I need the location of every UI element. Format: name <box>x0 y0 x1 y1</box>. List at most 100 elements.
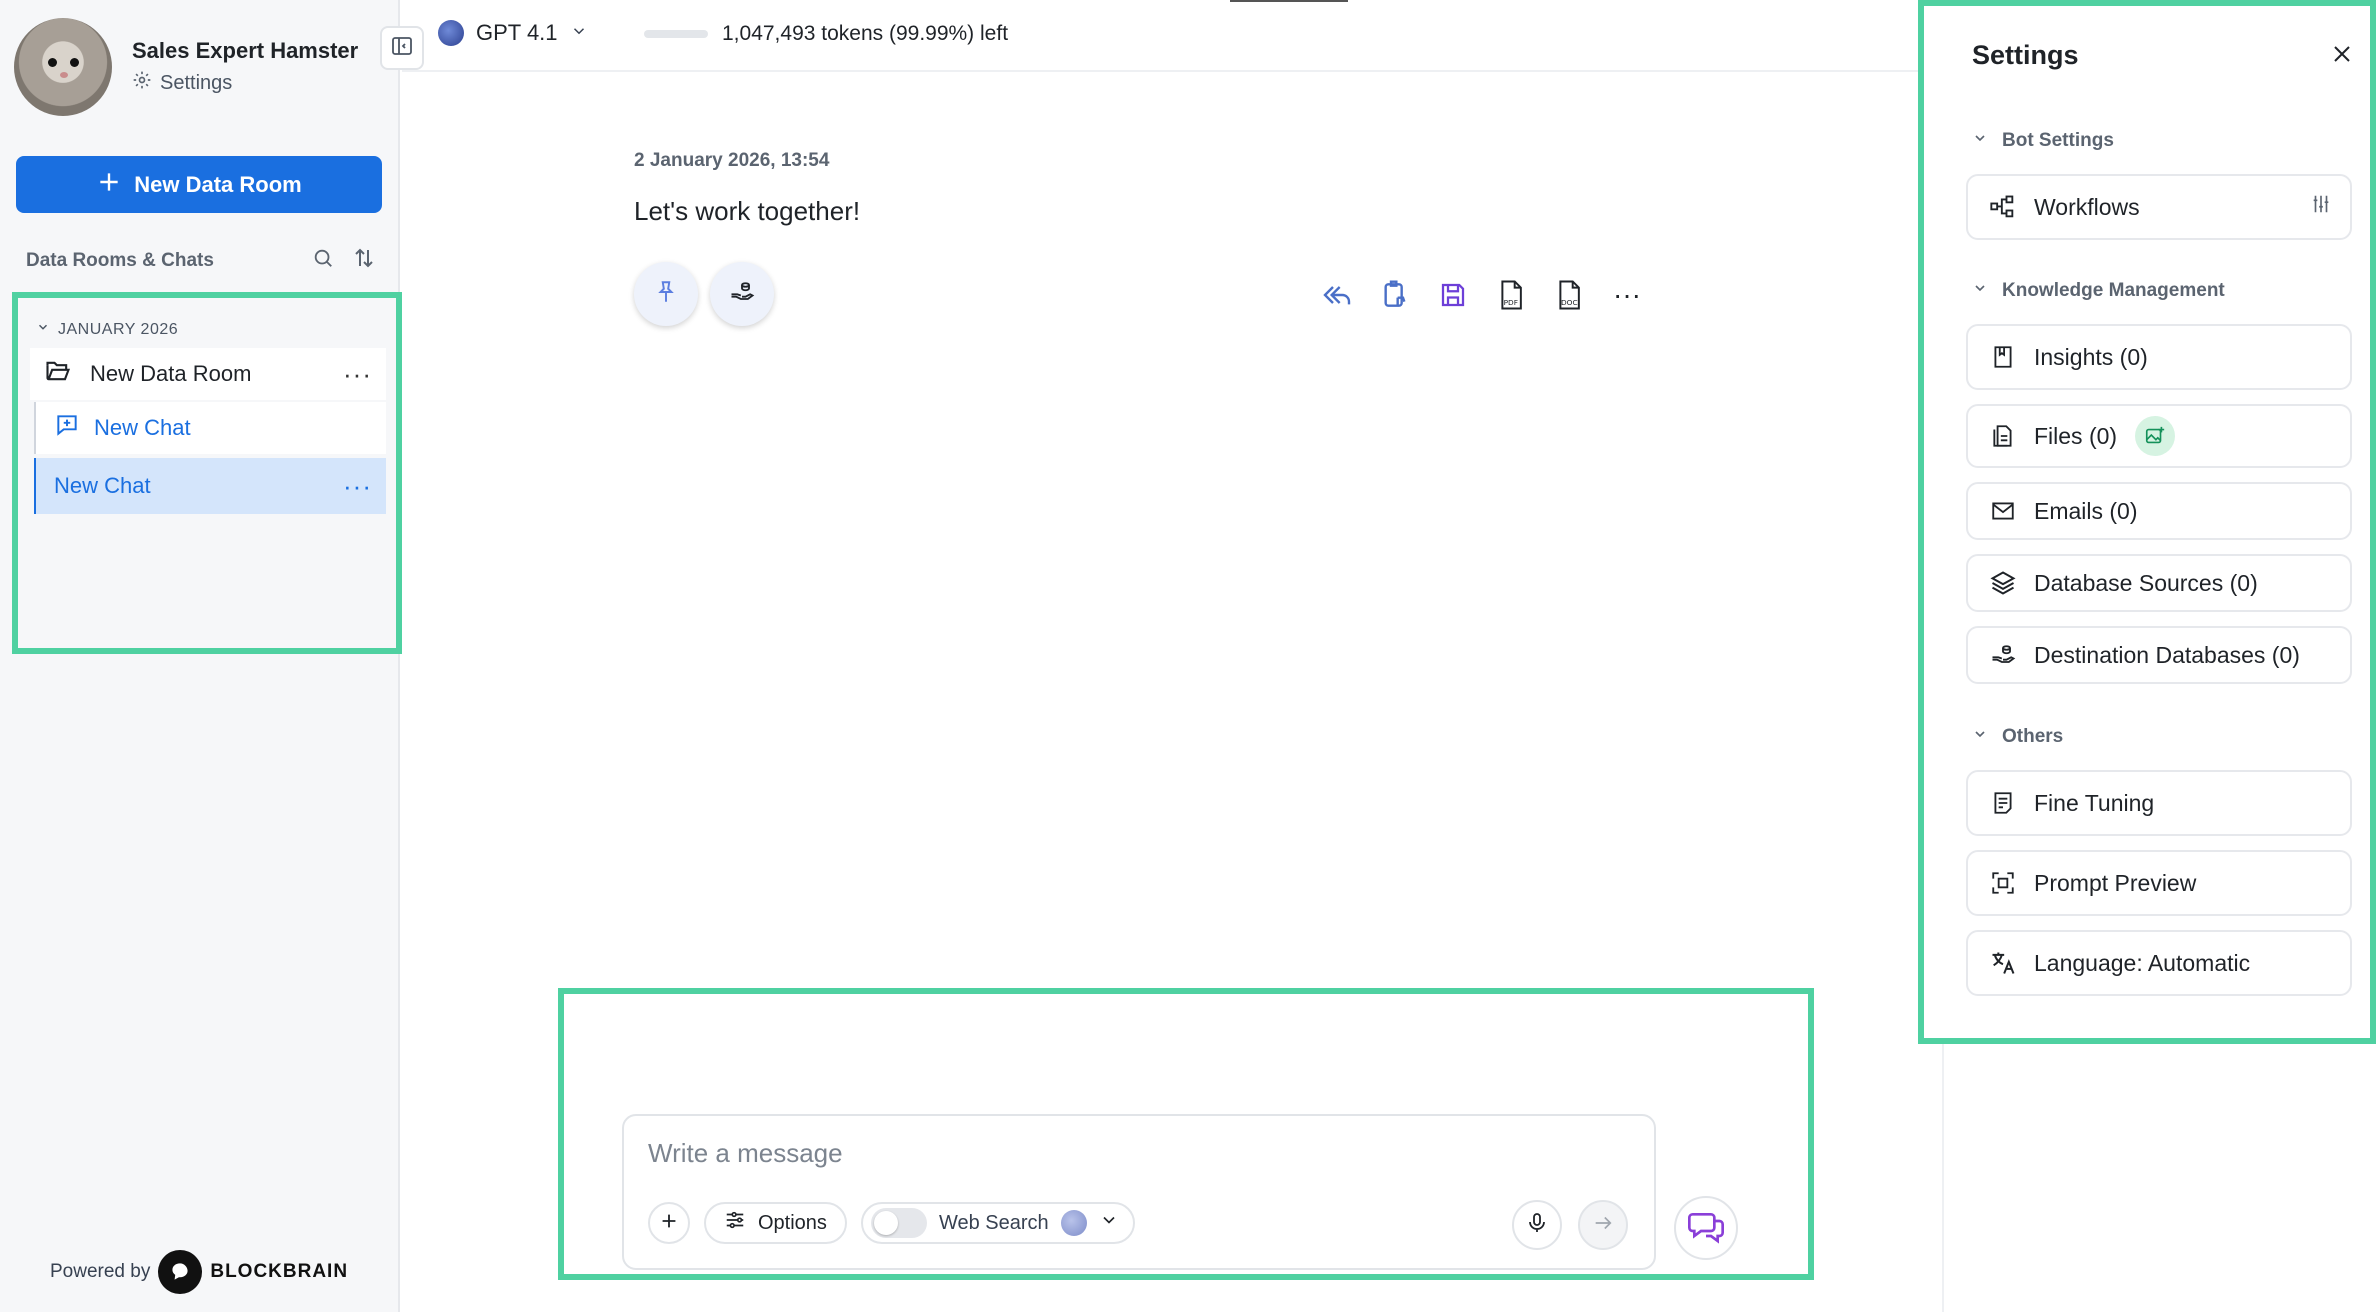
settings-item-language[interactable]: Language: Automatic <box>1966 930 2352 996</box>
message-input[interactable] <box>648 1138 1608 1169</box>
web-search-label: Web Search <box>938 1211 1049 1234</box>
model-selector[interactable]: GPT 4.1 <box>438 20 588 46</box>
bookmark-book-icon <box>1988 342 2018 372</box>
month-label: JANUARY 2026 <box>58 320 179 338</box>
settings-item-label: Fine Tuning <box>2034 789 2155 816</box>
gear-icon <box>132 70 152 96</box>
files-icon <box>1988 421 2018 451</box>
settings-item-emails[interactable]: Emails (0) <box>1966 482 2352 540</box>
sliders-icon <box>724 1209 746 1237</box>
settings-item-label: Destination Databases (0) <box>2034 641 2300 668</box>
new-data-room-button[interactable]: New Data Room <box>16 156 382 213</box>
settings-item-insights[interactable]: Insights (0) <box>1966 324 2352 390</box>
plus-icon <box>96 169 122 201</box>
profile-settings-link[interactable]: Settings <box>132 70 358 96</box>
data-room-item[interactable]: New Data Room ··· <box>30 348 386 400</box>
reply-icon[interactable] <box>1318 276 1356 314</box>
chevron-down-icon <box>1972 130 1988 152</box>
settings-item-database-sources[interactable]: Database Sources (0) <box>1966 554 2352 612</box>
chat-bubbles-icon <box>1686 1206 1726 1251</box>
new-chat-item[interactable]: New Chat <box>34 402 386 454</box>
powered-by: Powered by BLOCKBRAIN <box>50 1250 348 1294</box>
data-room-tree: JANUARY 2026 New Data Room ··· New Chat … <box>12 292 402 654</box>
settings-item-label: Prompt Preview <box>2034 869 2197 896</box>
image-upload-icon[interactable] <box>2135 416 2176 456</box>
preview-frame-icon <box>1988 868 2018 898</box>
pdf-export-icon[interactable]: PDF <box>1492 276 1530 314</box>
profile-name: Sales Expert Hamster <box>132 38 359 63</box>
attach-button[interactable] <box>648 1202 690 1244</box>
model-name: GPT 4.1 <box>476 20 558 45</box>
month-group-header[interactable]: JANUARY 2026 <box>36 320 178 339</box>
data-room-label: New Data Room <box>90 361 252 386</box>
more-options-icon[interactable]: ··· <box>1608 276 1646 314</box>
avatar[interactable] <box>14 18 112 116</box>
hand-database-button[interactable] <box>710 262 774 326</box>
sidebar: Sales Expert Hamster Settings New Data R… <box>0 0 402 1312</box>
message-timestamp: 2 January 2026, 13:54 <box>634 150 830 171</box>
close-settings-button[interactable] <box>2326 40 2358 72</box>
section-header: Data Rooms & Chats <box>26 246 376 276</box>
group-label: Bot Settings <box>2002 130 2114 151</box>
active-chat-item[interactable]: New Chat ··· <box>34 458 386 514</box>
message-composer: Options Web Search <box>622 1114 1656 1270</box>
new-chat-label: New Chat <box>94 415 191 440</box>
hand-database-icon <box>1988 640 2018 670</box>
search-icon[interactable] <box>312 247 334 275</box>
settings-title: Settings <box>1972 40 2079 70</box>
chevron-down-icon[interactable] <box>1099 1210 1119 1236</box>
settings-panel: Settings Bot Settings Workflows Knowledg… <box>1918 0 2376 1044</box>
top-divider-line <box>1230 0 1348 2</box>
group-others[interactable]: Others <box>1972 726 2063 748</box>
collapse-sidebar-button[interactable] <box>380 26 424 70</box>
mail-icon <box>1988 496 2018 526</box>
settings-item-prompt-preview[interactable]: Prompt Preview <box>1966 850 2352 916</box>
pin-button[interactable] <box>634 262 698 326</box>
translate-icon <box>1988 948 2018 978</box>
profile: Sales Expert Hamster Settings <box>14 18 358 116</box>
chevron-down-icon <box>570 20 588 46</box>
sort-icon[interactable] <box>352 246 376 276</box>
adjust-sliders-icon[interactable] <box>2310 193 2332 221</box>
folder-open-icon <box>44 357 72 391</box>
chat-assistant-button[interactable] <box>1674 1196 1738 1260</box>
active-chat-label: New Chat <box>54 473 151 498</box>
plus-icon <box>658 1210 680 1237</box>
token-usage: 1,047,493 tokens (99.99%) left <box>644 22 1008 46</box>
workflow-icon <box>1988 192 2018 222</box>
settings-item-destination-databases[interactable]: Destination Databases (0) <box>1966 626 2352 684</box>
more-options-icon[interactable]: ··· <box>343 361 372 387</box>
options-label: Options <box>758 1211 827 1234</box>
top-bar: GPT 4.1 1,047,493 tokens (99.99%) left <box>402 0 1942 72</box>
pin-icon <box>653 279 679 310</box>
settings-item-fine-tuning[interactable]: Fine Tuning <box>1966 770 2352 836</box>
svg-text:DOC: DOC <box>1561 298 1578 307</box>
web-search-toggle[interactable] <box>870 1208 927 1238</box>
section-title: Data Rooms & Chats <box>26 250 214 271</box>
settings-item-label: Files (0) <box>2034 422 2118 449</box>
group-label: Others <box>2002 726 2064 747</box>
send-button[interactable] <box>1578 1200 1628 1250</box>
sidebar-toggle-icon <box>390 34 414 63</box>
note-icon <box>1988 788 2018 818</box>
settings-item-workflows[interactable]: Workflows <box>1966 174 2352 240</box>
microphone-button[interactable] <box>1512 1200 1562 1250</box>
more-options-icon[interactable]: ··· <box>343 473 372 499</box>
doc-export-icon[interactable]: DOC <box>1550 276 1588 314</box>
arrow-right-icon <box>1592 1212 1614 1239</box>
group-bot-settings[interactable]: Bot Settings <box>1972 130 2114 152</box>
profile-settings-label: Settings <box>160 71 233 94</box>
message-text: Let's work together! <box>634 196 861 226</box>
layers-icon <box>1988 568 2018 598</box>
save-icon[interactable] <box>1434 276 1472 314</box>
group-label: Knowledge Management <box>2002 280 2225 301</box>
web-search-control[interactable]: Web Search <box>860 1202 1135 1244</box>
copy-clipboard-icon[interactable] <box>1376 276 1414 314</box>
svg-text:PDF: PDF <box>1504 298 1518 307</box>
token-progress-bar <box>644 30 708 38</box>
hand-database-icon <box>728 278 756 311</box>
group-knowledge-management[interactable]: Knowledge Management <box>1972 280 2225 302</box>
options-button[interactable]: Options <box>704 1202 847 1244</box>
chevron-down-icon <box>1972 280 1988 302</box>
settings-item-files[interactable]: Files (0) <box>1966 404 2352 468</box>
